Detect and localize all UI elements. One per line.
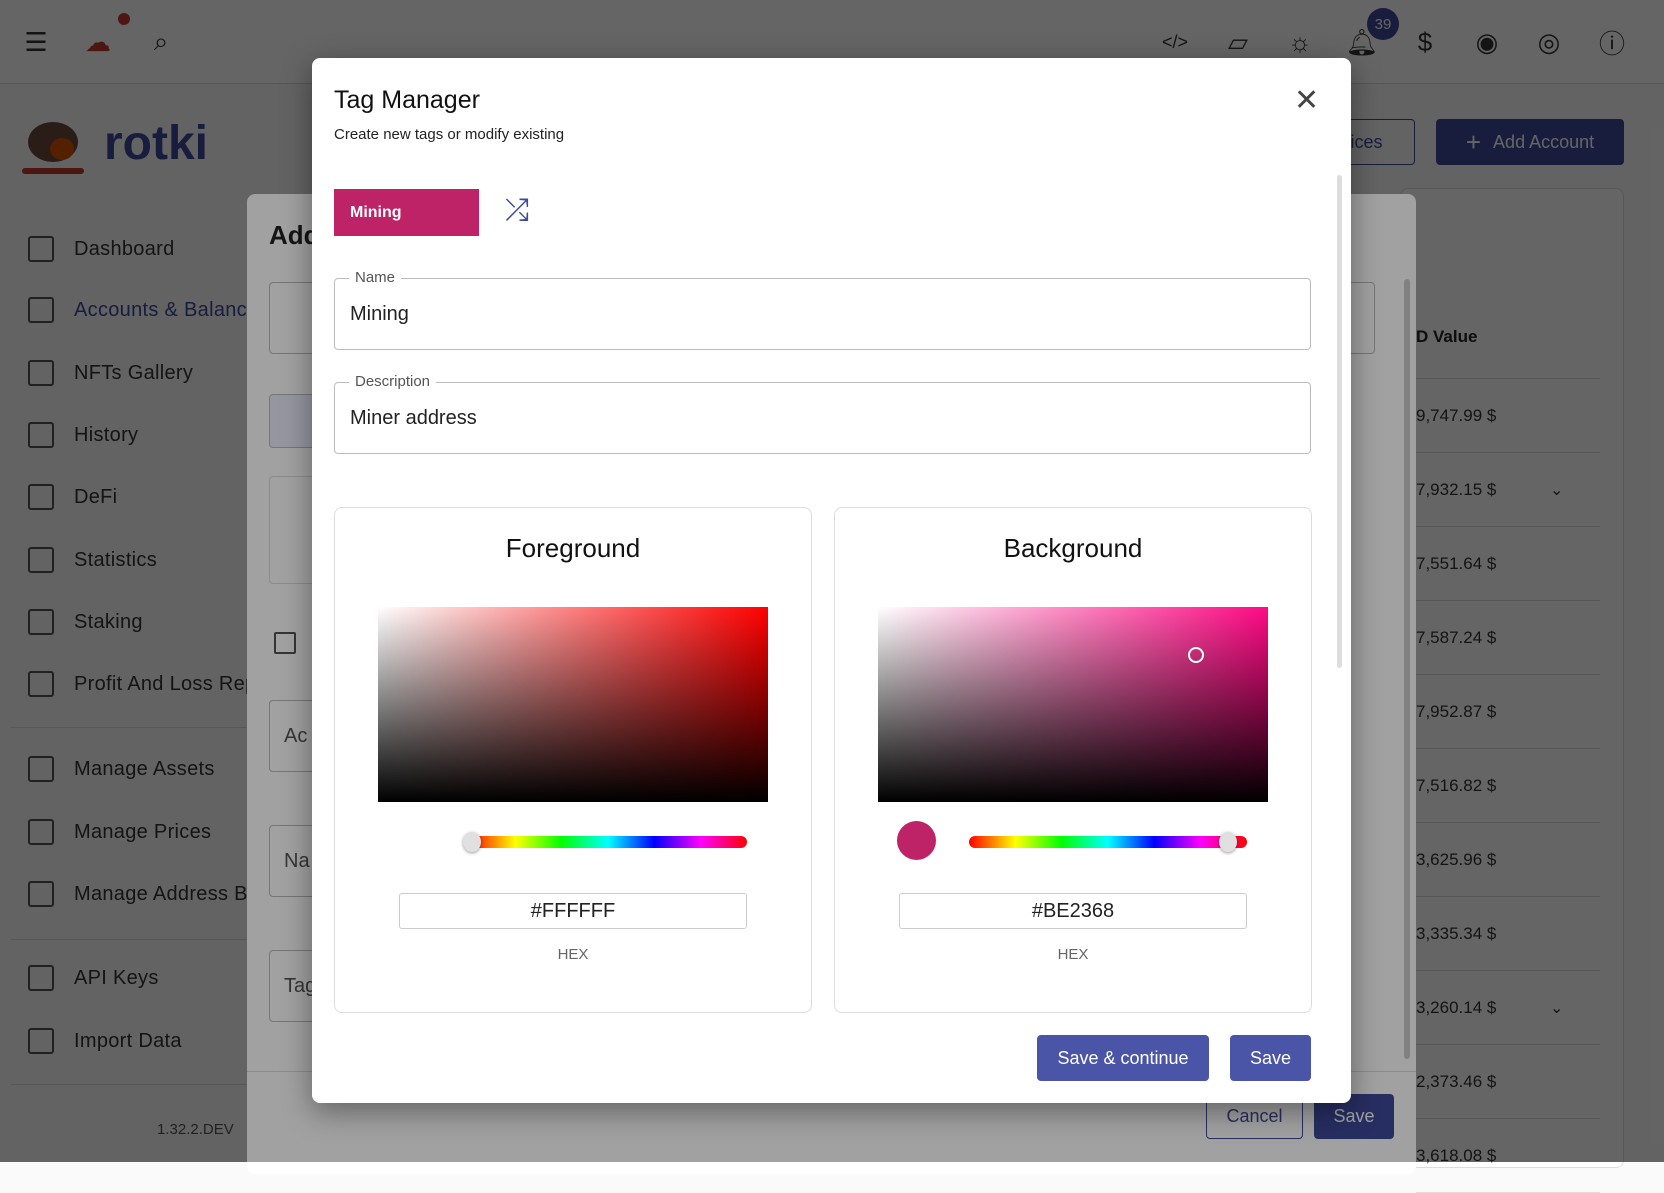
foreground-title: Foreground — [505, 533, 641, 563]
hex-label: HEX — [1057, 946, 1089, 963]
shuffle-icon[interactable]: ⤮ — [505, 194, 529, 228]
foreground-hex-input[interactable]: #FFFFFF — [399, 893, 747, 929]
save-and-continue-button[interactable]: Save & continue — [1037, 1035, 1209, 1081]
description-label: Description — [349, 373, 437, 390]
background-title: Background — [1003, 533, 1143, 563]
tag-description-field[interactable]: Description Miner address — [334, 373, 1311, 454]
description-value: Miner address — [350, 407, 477, 429]
name-label: Name — [349, 269, 402, 286]
hue-slider-handle[interactable] — [1218, 832, 1237, 852]
hex-label: HEX — [557, 946, 589, 963]
hue-slider[interactable] — [463, 832, 747, 852]
hue-slider[interactable] — [969, 832, 1247, 852]
close-icon[interactable]: ✕ — [1294, 82, 1319, 120]
modal-scrollbar[interactable] — [1337, 175, 1342, 668]
foreground-color-picker: Foreground #FFFFFF HEX — [334, 507, 812, 1013]
dialog-title: Tag Manager — [334, 86, 480, 114]
tag-manager-dialog: Tag Manager Create new tags or modify ex… — [312, 58, 1351, 1103]
background-hex-input[interactable]: #BE2368 — [899, 893, 1247, 929]
save-button[interactable]: Save — [1230, 1035, 1311, 1081]
color-selector-handle[interactable] — [1188, 647, 1204, 663]
tag-name-field[interactable]: Name Mining — [334, 269, 1311, 350]
name-value: Mining — [350, 303, 409, 325]
color-swatch — [897, 821, 936, 860]
hue-slider-handle[interactable] — [463, 832, 481, 852]
saturation-area[interactable] — [378, 607, 768, 802]
background-color-picker: Background #BE2368 HEX — [834, 507, 1312, 1013]
tag-preview-chip: Mining — [334, 189, 479, 236]
saturation-area[interactable] — [878, 607, 1268, 802]
dialog-subtitle: Create new tags or modify existing — [334, 126, 565, 143]
